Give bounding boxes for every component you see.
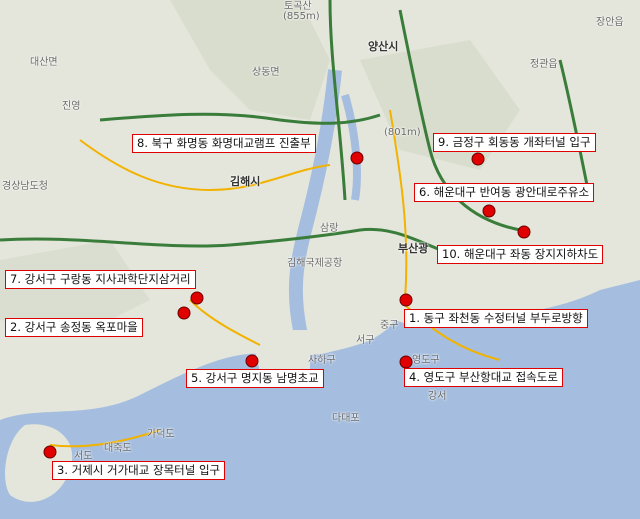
place-label-city: 부산광 — [398, 242, 429, 255]
place-label: 진영 — [62, 101, 81, 112]
place-label: 가덕도 — [147, 429, 175, 440]
place-label: 장안읍 — [596, 17, 624, 28]
location-marker-6[interactable] — [482, 204, 496, 218]
place-label: 대산면 — [30, 57, 58, 68]
location-marker-5[interactable] — [245, 354, 259, 368]
place-label: 사하구 — [308, 355, 336, 366]
location-label-2[interactable]: 2. 강서구 송정동 옥포마을 — [5, 318, 143, 337]
location-marker-1[interactable] — [399, 293, 413, 307]
location-label-9[interactable]: 9. 금정구 회동동 개좌터널 입구 — [433, 133, 596, 152]
location-marker-2[interactable] — [177, 306, 191, 320]
place-label: 김해국제공항 — [287, 258, 343, 269]
place-label: (855m) — [283, 11, 320, 22]
location-marker-4[interactable] — [399, 355, 413, 369]
place-label: 경상남도청 — [2, 181, 48, 192]
location-marker-9[interactable] — [471, 152, 485, 166]
location-label-4[interactable]: 4. 영도구 부산항대교 접속도로 — [404, 368, 563, 387]
location-label-6[interactable]: 6. 해운대구 반여동 광안대로주유소 — [414, 183, 595, 202]
place-label: (801m) — [384, 127, 421, 138]
map-view[interactable]: 토곡산 (855m) 양산시 김해시 부산광 경상남도청 김해국제공항 (801… — [0, 0, 640, 519]
place-label: 삼랑 — [320, 223, 339, 234]
place-label: 서구 — [356, 335, 375, 346]
place-label: 영도구 — [412, 355, 440, 366]
place-label: 정관읍 — [530, 59, 558, 70]
place-label: 중구 — [380, 320, 399, 331]
location-label-8[interactable]: 8. 북구 화명동 화명대교램프 진출부 — [132, 134, 316, 153]
location-label-7[interactable]: 7. 강서구 구랑동 지사과학단지삼거리 — [5, 270, 196, 289]
location-marker-8[interactable] — [350, 151, 364, 165]
location-marker-7[interactable] — [190, 291, 204, 305]
location-label-10[interactable]: 10. 해운대구 좌동 장지지하차도 — [437, 245, 604, 264]
location-label-5[interactable]: 5. 강서구 명지동 남명초교 — [186, 369, 324, 388]
place-label: 강서 — [428, 391, 447, 402]
location-marker-3[interactable] — [43, 445, 57, 459]
location-label-3[interactable]: 3. 거제시 거가대교 장목터널 입구 — [52, 461, 226, 480]
location-marker-10[interactable] — [517, 225, 531, 239]
place-label-city: 양산시 — [368, 40, 399, 53]
place-label: 대죽도 — [104, 443, 132, 454]
location-label-1[interactable]: 1. 동구 좌천동 수정터널 부두로방향 — [404, 309, 588, 328]
place-label: 다대포 — [332, 413, 360, 424]
place-label-city: 김해시 — [230, 175, 261, 188]
place-label: 상동면 — [252, 67, 280, 78]
